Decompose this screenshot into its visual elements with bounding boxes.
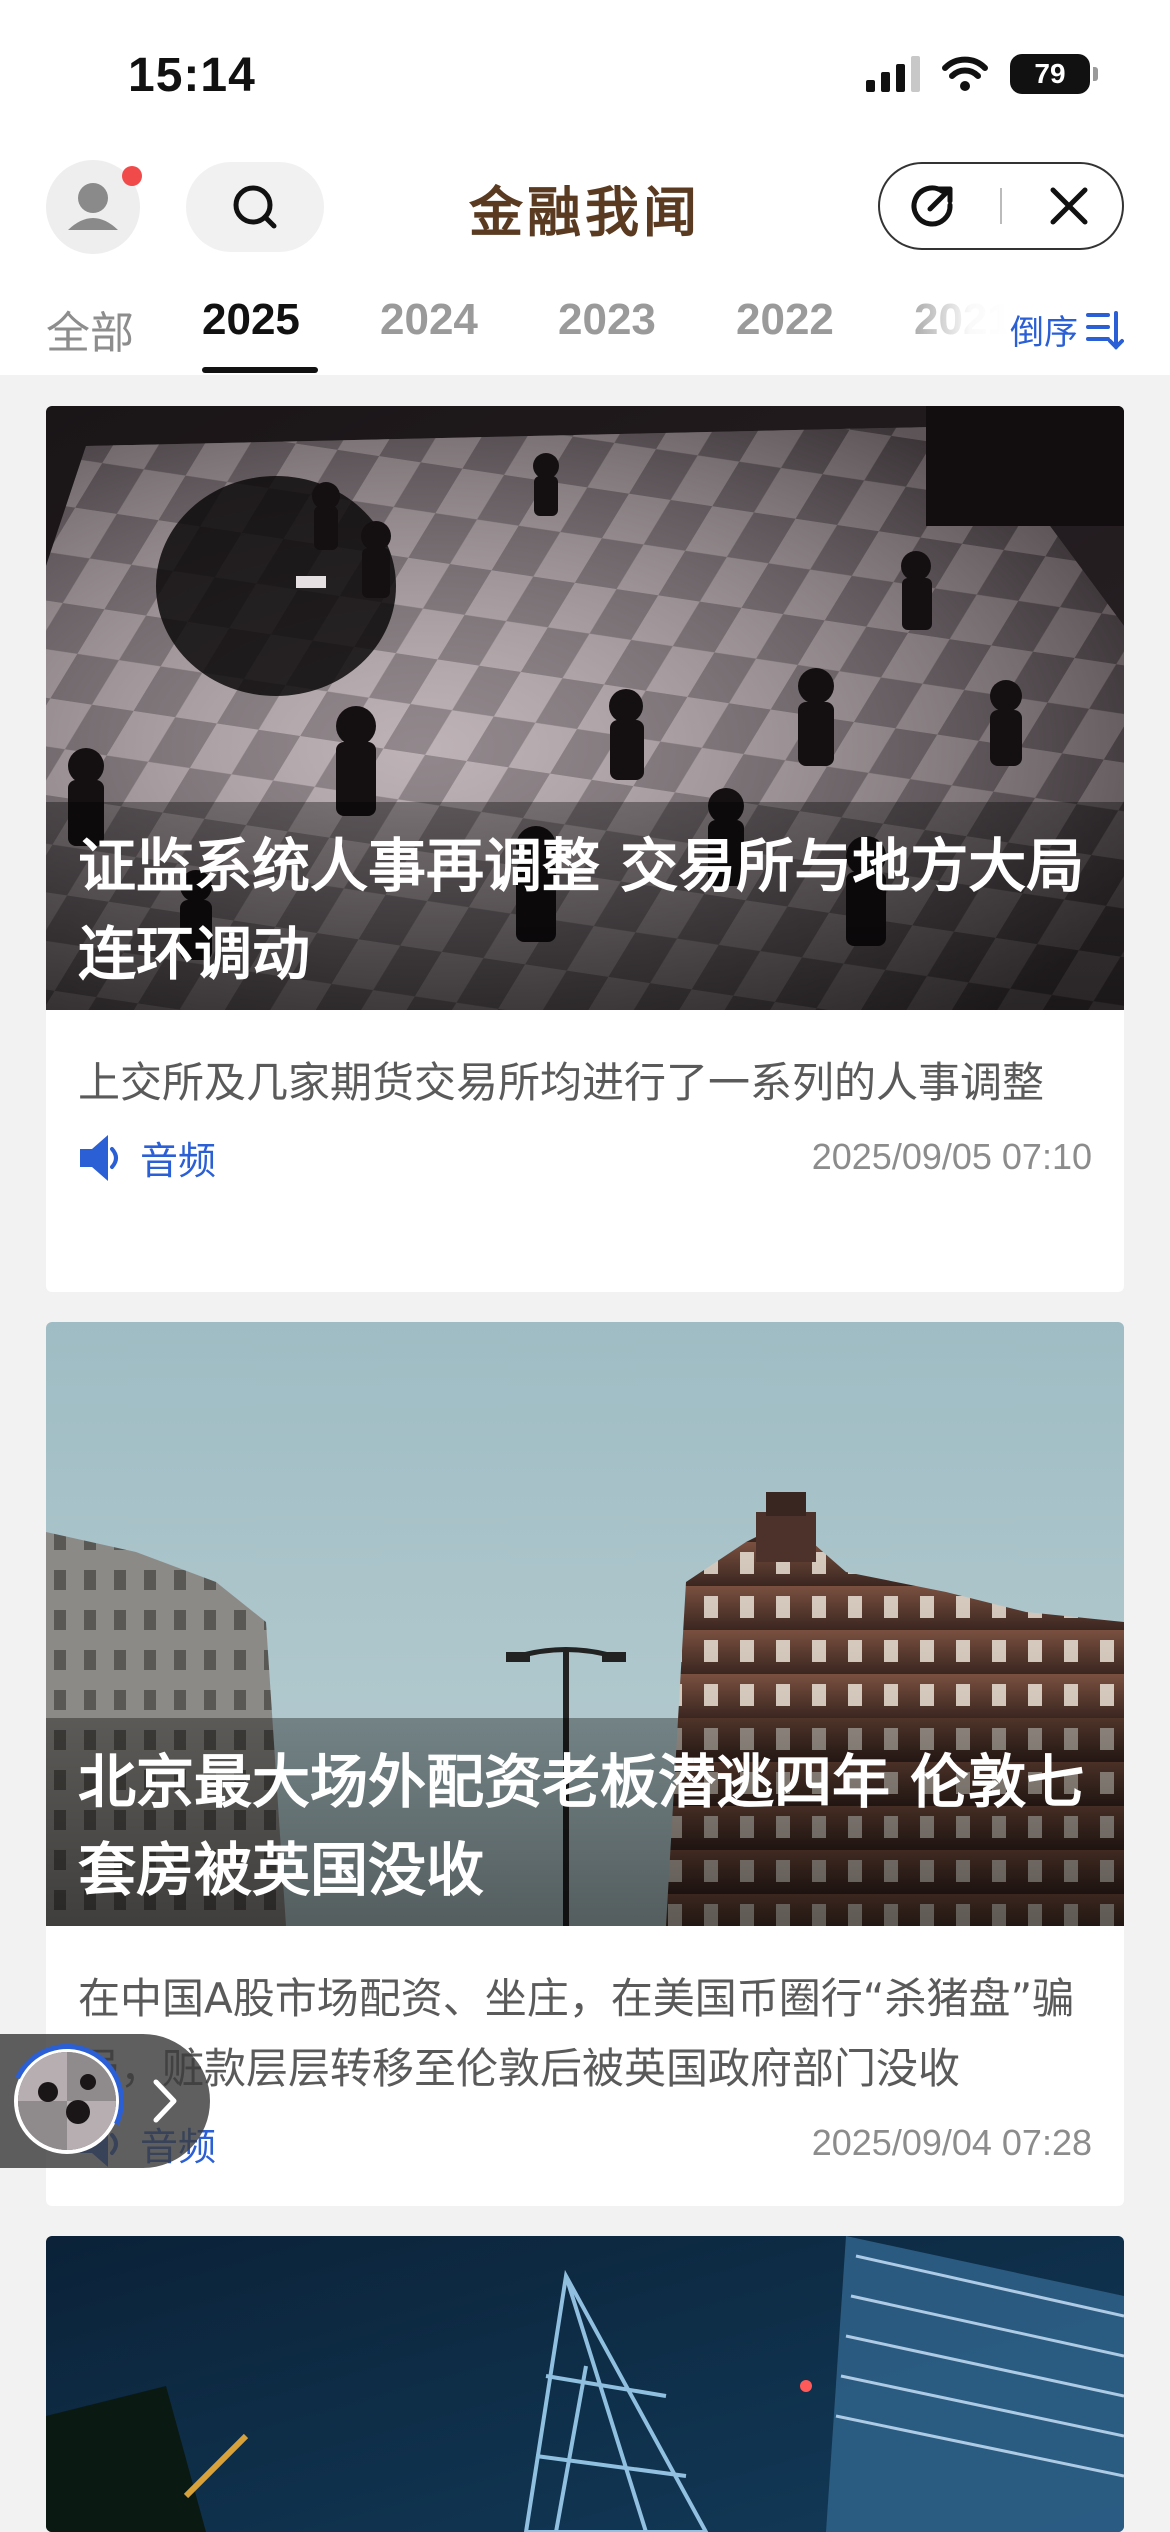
sort-icon bbox=[1086, 310, 1124, 350]
close-icon bbox=[1050, 187, 1088, 225]
share-button[interactable] bbox=[893, 166, 973, 246]
audio-button[interactable]: 音频 bbox=[78, 1130, 216, 1185]
tab-2025[interactable]: 2025 bbox=[202, 295, 300, 345]
article-summary: 上交所及几家期货交易所均进行了一系列的人事调整 bbox=[78, 1058, 1045, 1107]
playback-progress-ring bbox=[0, 2027, 141, 2175]
article-image: 北京最大场外配资老板潜逃四年 伦敦七套房被英国没收 bbox=[46, 1322, 1124, 1926]
article-title: 证监系统人事再调整 交易所与地方大局连环调动 bbox=[46, 802, 1124, 1010]
status-bar: 15:14 79 bbox=[0, 0, 1170, 150]
wifi-icon bbox=[942, 56, 988, 91]
share-icon bbox=[911, 185, 953, 227]
status-time: 15:14 bbox=[128, 49, 256, 102]
active-tab-indicator bbox=[202, 367, 318, 373]
sort-label: 倒序 bbox=[1010, 313, 1078, 353]
sort-order-button[interactable]: 倒序 bbox=[1010, 305, 1124, 354]
audio-label: 音频 bbox=[140, 1139, 217, 1183]
article-image: 证监系统人事再调整 交易所与地方大局连环调动 bbox=[46, 406, 1124, 1010]
chevron-right-icon[interactable] bbox=[150, 2078, 180, 2124]
article-meta: 音频 2025/09/04 07:28 bbox=[78, 2104, 1092, 2200]
close-button[interactable] bbox=[1029, 166, 1109, 246]
article-card[interactable] bbox=[46, 2236, 1124, 2532]
tab-2022[interactable]: 2022 bbox=[736, 295, 834, 345]
speaker-icon bbox=[80, 1134, 118, 1181]
cellular-signal-icon bbox=[866, 56, 920, 92]
article-meta: 音频 2025/09/05 07:10 bbox=[78, 1118, 1092, 1214]
mini-program-capsule bbox=[878, 162, 1124, 250]
year-tabs: 全部 2025 2024 2023 2022 2021 倒序 bbox=[0, 265, 1170, 375]
tab-2024[interactable]: 2024 bbox=[380, 295, 478, 345]
tab-all[interactable]: 全部 bbox=[46, 297, 134, 361]
article-card[interactable]: 北京最大场外配资老板潜逃四年 伦敦七套房被英国没收 在中国A股市场配资、坐庄，在… bbox=[46, 1322, 1124, 2206]
article-card[interactable]: 证监系统人事再调整 交易所与地方大局连环调动 上交所及几家期货交易所均进行了一系… bbox=[46, 406, 1124, 1292]
skyscrapers-night-photo bbox=[46, 2236, 1124, 2532]
battery-icon: 79 bbox=[1010, 54, 1098, 94]
article-date: 2025/09/04 07:28 bbox=[811, 2122, 1092, 2163]
tab-2023[interactable]: 2023 bbox=[558, 295, 656, 345]
article-title: 北京最大场外配资老板潜逃四年 伦敦七套房被英国没收 bbox=[46, 1718, 1124, 1926]
status-icons: 79 bbox=[866, 54, 1098, 94]
floating-audio-player[interactable] bbox=[0, 2027, 210, 2175]
article-image bbox=[46, 2236, 1124, 2532]
app-header: 金融我闻 bbox=[0, 150, 1170, 265]
capsule-divider bbox=[999, 188, 1002, 224]
article-summary: 在中国A股市场配资、坐庄，在美国币圈行“杀猪盘”骗局，赃款层层转移至伦敦后被英国… bbox=[78, 1974, 1075, 2093]
article-date: 2025/09/05 07:10 bbox=[811, 1136, 1092, 1177]
